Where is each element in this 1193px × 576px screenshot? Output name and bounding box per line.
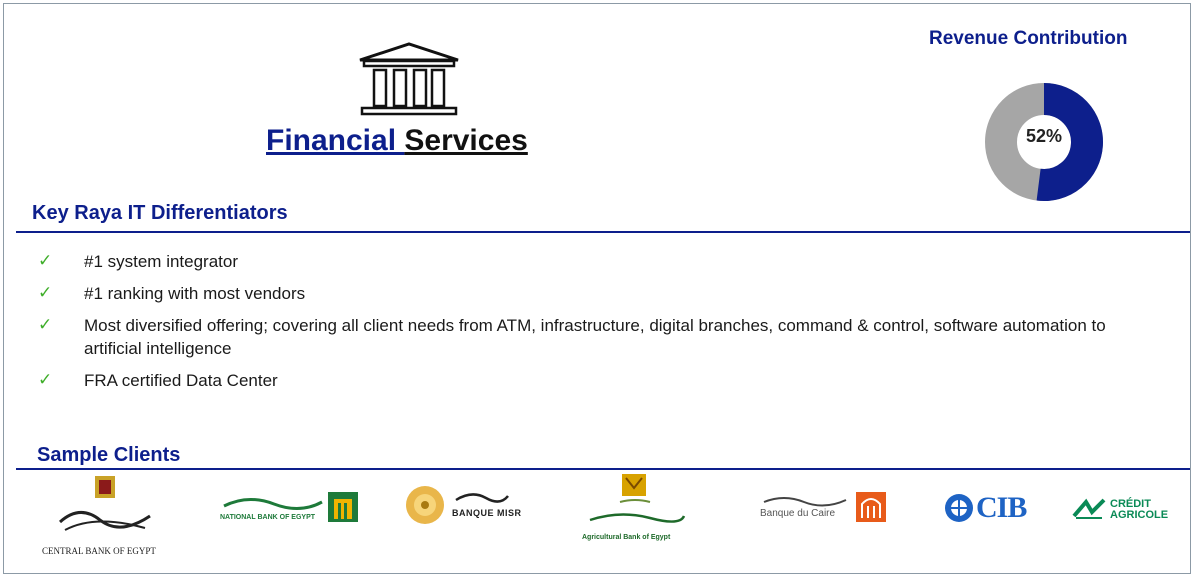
logo-text: BANQUE MISR xyxy=(452,508,522,518)
logo-text: NATIONAL BANK OF EGYPT xyxy=(220,514,316,521)
check-icon: ✓ xyxy=(38,315,53,335)
credit-agricole-logo: CRÉDIT AGRICOLE xyxy=(1072,498,1188,532)
check-icon: ✓ xyxy=(38,251,53,271)
central-bank-of-egypt-logo: CENTRAL BANK OF EGYPT xyxy=(40,474,170,556)
logo-text: Agricultural Bank of Egypt xyxy=(582,534,671,541)
title-part-services: Services xyxy=(404,124,528,157)
revenue-percent-label: 52% xyxy=(1025,126,1063,146)
differentiators-heading: Key Raya IT Differentiators xyxy=(32,202,288,224)
logo-text: Banque du Caire xyxy=(760,508,836,519)
section-divider xyxy=(16,468,1190,470)
list-item-text: FRA certified Data Center xyxy=(84,371,278,390)
logo-text: CENTRAL BANK OF EGYPT xyxy=(42,546,156,556)
logo-text: CRÉDIT AGRICOLE xyxy=(1110,498,1169,521)
differentiators-list: ✓ #1 system integrator ✓ #1 ranking with m… xyxy=(38,250,1168,401)
sample-clients-heading: Sample Clients xyxy=(37,444,181,466)
banque-du-caire-logo: Banque du Caire xyxy=(760,492,900,532)
list-item-text: #1 system integrator xyxy=(84,252,239,271)
list-item: ✓ Most diversified offering; covering all… xyxy=(38,314,1168,360)
list-item: ✓ #1 system integrator xyxy=(38,250,1168,273)
page-title: Financial Services xyxy=(266,124,566,158)
national-bank-of-egypt-logo: NATIONAL BANK OF EGYPT xyxy=(218,490,368,530)
cib-logo: CIB xyxy=(942,490,1027,530)
banque-misr-logo: BANQUE MISR xyxy=(404,484,524,534)
slide-frame: Financial Services Revenue Contribution … xyxy=(3,3,1191,574)
agricultural-bank-of-egypt-logo: Agricultural Bank of Egypt xyxy=(580,472,690,552)
check-icon: ✓ xyxy=(38,283,53,303)
title-part-financial: Financial xyxy=(266,124,405,157)
logo-text: CIB xyxy=(976,491,1027,524)
bank-building-icon xyxy=(359,42,459,116)
list-item-text: #1 ranking with most vendors xyxy=(84,284,306,303)
list-item: ✓ #1 ranking with most vendors xyxy=(38,282,1168,305)
list-item: ✓ FRA certified Data Center xyxy=(38,369,1168,392)
check-icon: ✓ xyxy=(38,370,53,390)
revenue-contribution-title: Revenue Contribution xyxy=(929,28,1128,49)
section-divider xyxy=(16,231,1190,233)
list-item-text: Most diversified offering; covering all … xyxy=(84,316,1106,358)
